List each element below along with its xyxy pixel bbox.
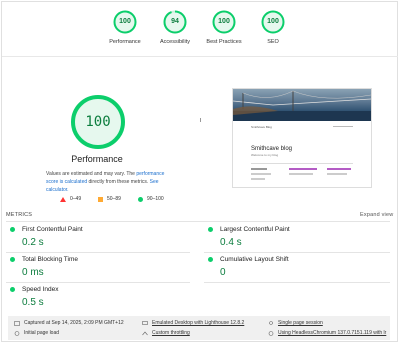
thumb-text — [251, 178, 265, 180]
legend-pass: 90–100 — [138, 196, 164, 202]
session-type[interactable]: Single page session — [268, 320, 323, 326]
emulated-device[interactable]: Emulated Desktop with Lighthouse 12.8.2 — [142, 320, 244, 326]
divider — [6, 252, 190, 253]
calendar-icon — [14, 320, 20, 326]
runtime-settings: Captured at Sep 14, 2025, 2:09 PM GMT+12… — [8, 316, 390, 340]
captured-at: Captured at Sep 14, 2025, 2:09 PM GMT+12 — [14, 320, 124, 326]
metric-value: 0.4 s — [220, 237, 242, 248]
legend-fail: 0–49 — [60, 196, 81, 202]
divider — [2, 56, 398, 57]
gauge-best-practices[interactable]: 100 Best Practices — [199, 10, 249, 45]
browser-version[interactable]: Using HeadlessChromium 137.0.7151.119 wi… — [268, 330, 386, 336]
user-icon — [269, 320, 273, 325]
throttling[interactable]: Custom throttling — [142, 330, 190, 336]
gauge-score: 94 — [171, 18, 179, 25]
page-screenshot[interactable]: Smithcave Blog Smithcave blog Welcome to… — [232, 88, 372, 188]
triangle-icon — [60, 196, 66, 202]
legend-average: 50–89 — [98, 196, 121, 202]
metric-value: 0 ms — [22, 267, 44, 278]
metric-cls: Cumulative Layout Shift 0 — [208, 256, 388, 278]
thumb-text — [289, 173, 313, 175]
thumb-text — [327, 173, 347, 175]
gauge-performance[interactable]: 100 Performance — [100, 10, 150, 45]
circle-icon — [138, 196, 143, 202]
gauge-label: Best Practices — [206, 39, 242, 45]
metric-lcp: Largest Contentful Paint 0.4 s — [208, 226, 388, 248]
metrics-header: METRICS — [6, 212, 33, 218]
gauge-label: SEO — [267, 39, 279, 45]
score-note: Values are estimated and may vary. The p… — [46, 171, 165, 193]
divider — [6, 221, 390, 222]
divider — [200, 118, 201, 122]
performance-score: 100 — [85, 114, 111, 130]
bridge-image — [233, 90, 371, 121]
gauge-seo[interactable]: 100 SEO — [248, 10, 298, 45]
performance-gauge: 100 — [70, 94, 126, 150]
metric-fcp: First Contentful Paint 0.2 s — [10, 226, 190, 248]
network-icon — [142, 331, 148, 335]
pass-icon — [10, 257, 15, 262]
metric-value: 0.2 s — [22, 237, 44, 248]
metric-tbt: Total Blocking Time 0 ms — [10, 256, 190, 278]
metric-speed-index: Speed Index 0.5 s — [10, 286, 190, 308]
thumb-link — [327, 168, 351, 170]
thumb-subtitle: Welcome to my blog — [251, 153, 279, 157]
pass-icon — [10, 227, 15, 232]
divider — [6, 282, 190, 283]
thumb-nav: Smithcave Blog — [233, 125, 371, 131]
divider — [251, 163, 353, 164]
pass-icon — [10, 287, 15, 292]
pass-icon — [208, 257, 213, 262]
metric-value: 0.5 s — [22, 297, 44, 308]
globe-icon — [268, 330, 274, 336]
header-photo — [233, 89, 371, 121]
expand-view-link[interactable]: Expand view — [360, 212, 393, 218]
thumb-link — [289, 168, 317, 170]
divider — [204, 282, 390, 283]
desktop-icon — [142, 320, 148, 325]
square-icon — [98, 196, 103, 202]
gauge-accessibility[interactable]: 94 Accessibility — [150, 10, 200, 45]
timer-icon — [14, 330, 20, 336]
gauge-score: 100 — [119, 18, 131, 25]
pass-icon — [208, 227, 213, 232]
thumb-text — [251, 168, 267, 170]
initial-page-load: Initial page load — [14, 330, 59, 336]
gauge-label: Performance — [109, 39, 141, 45]
gauge-score: 100 — [267, 18, 279, 25]
gauge-score: 100 — [218, 18, 230, 25]
thumb-text — [251, 173, 271, 175]
thumb-blog-title: Smithcave blog — [251, 146, 293, 152]
gauge-label: Accessibility — [160, 39, 190, 45]
divider — [204, 252, 390, 253]
performance-title: Performance — [71, 154, 123, 164]
metric-value: 0 — [220, 267, 226, 278]
